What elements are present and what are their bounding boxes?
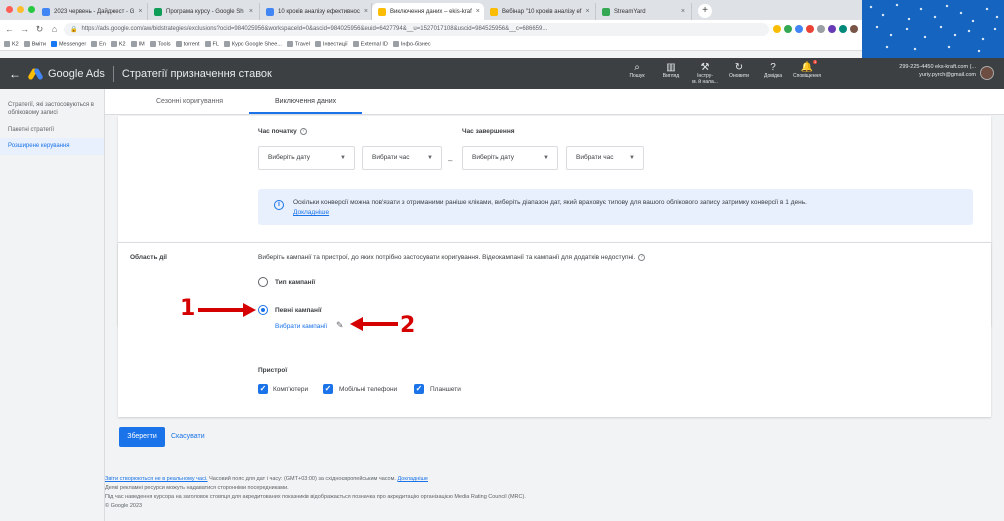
annotation-arrows <box>198 303 398 331</box>
annotation-arrow-1 <box>198 303 256 317</box>
annotation-arrow-2 <box>350 317 398 331</box>
